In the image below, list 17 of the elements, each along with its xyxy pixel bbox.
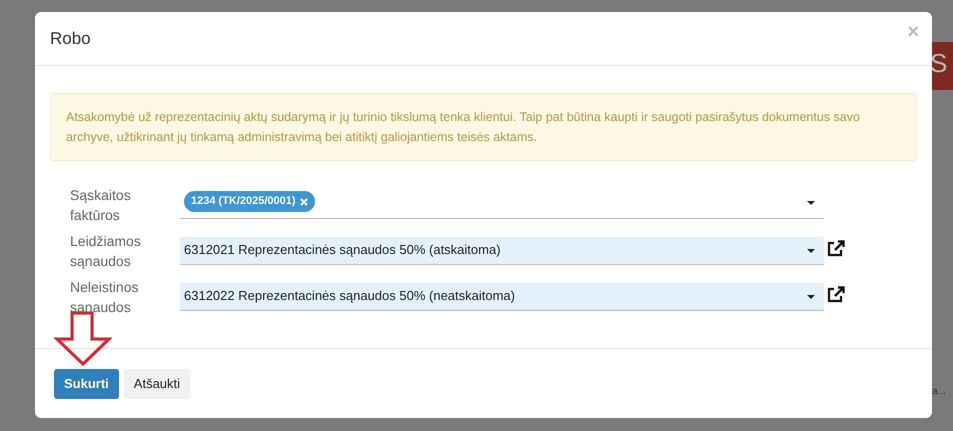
warning-alert: Atsakomybė už reprezentacinių aktų sudarymą ir jų turinio tikslumą tenka klientui. Taip pat būtina kaupti ir saugoti pasirašytus dokumentus savo archyve, užtikrinant jų tinkamą administravimą bei atitiktį galiojantiems teisės aktams. bbox=[50, 93, 917, 161]
caret-icon bbox=[807, 249, 815, 253]
caret-icon bbox=[807, 201, 815, 205]
field-label: Neleistinos sąnaudos bbox=[69, 278, 140, 317]
dialog-title: Robo bbox=[50, 28, 91, 50]
selected-tag: 1234 (TK/2025/0001) bbox=[184, 191, 315, 212]
field-label: Leidžiamos sąnaudos bbox=[69, 232, 142, 271]
cancel-button[interactable]: Atšaukti bbox=[124, 368, 190, 398]
external-link-icon[interactable] bbox=[826, 286, 846, 304]
external-link-icon[interactable] bbox=[826, 240, 846, 258]
background-text: a... bbox=[932, 385, 946, 399]
select-field[interactable]: 6312021 Reprezentacinės sąnaudos 50% (atskaitoma) bbox=[180, 237, 824, 265]
caret-icon bbox=[807, 295, 815, 299]
remove-icon[interactable] bbox=[300, 198, 308, 206]
create-button[interactable]: Sukurti bbox=[54, 368, 119, 398]
field-label: Sąskaitos faktūros bbox=[69, 186, 132, 225]
select-field[interactable]: 6312022 Reprezentacinės sąnaudos 50% (neatskaitoma) bbox=[180, 283, 824, 311]
